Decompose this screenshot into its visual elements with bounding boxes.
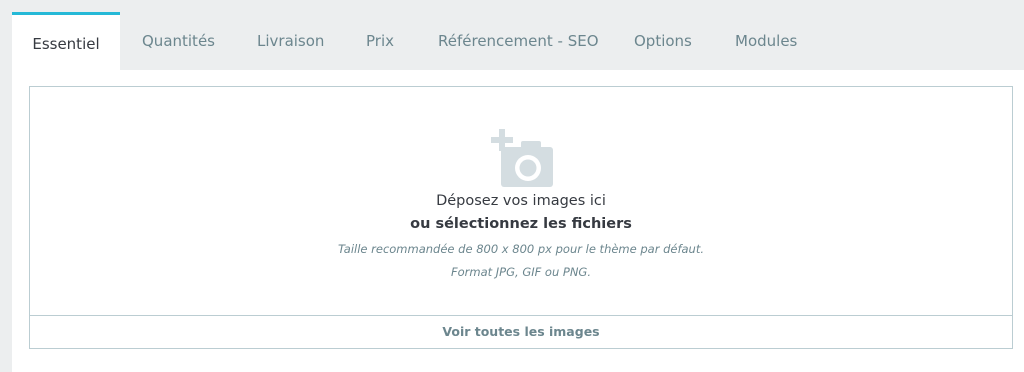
tab-essentiel[interactable]: Essentiel	[12, 12, 120, 70]
add-photo-icon	[491, 129, 553, 187]
allowed-formats-help: Format JPG, GIF ou PNG.	[451, 265, 591, 279]
recommended-size-help: Taille recommandée de 800 x 800 px pour …	[337, 242, 705, 256]
dropzone-title: Déposez vos images ici	[436, 193, 606, 209]
left-edge-background	[0, 70, 12, 372]
product-tab-bar: Essentiel Quantités Livraison Prix Référ…	[0, 0, 1024, 70]
tab-prix[interactable]: Prix	[366, 12, 394, 70]
view-all-images-button[interactable]: Voir toutes les images	[30, 315, 1012, 348]
tab-seo[interactable]: Référencement - SEO	[438, 12, 599, 70]
image-dropzone[interactable]: Déposez vos images ici ou sélectionnez l…	[29, 86, 1013, 349]
tab-options[interactable]: Options	[634, 12, 692, 70]
tab-modules[interactable]: Modules	[735, 12, 797, 70]
tab-livraison[interactable]: Livraison	[257, 12, 324, 70]
tab-quantites[interactable]: Quantités	[142, 12, 215, 70]
select-files-link[interactable]: ou sélectionnez les fichiers	[30, 216, 1012, 232]
